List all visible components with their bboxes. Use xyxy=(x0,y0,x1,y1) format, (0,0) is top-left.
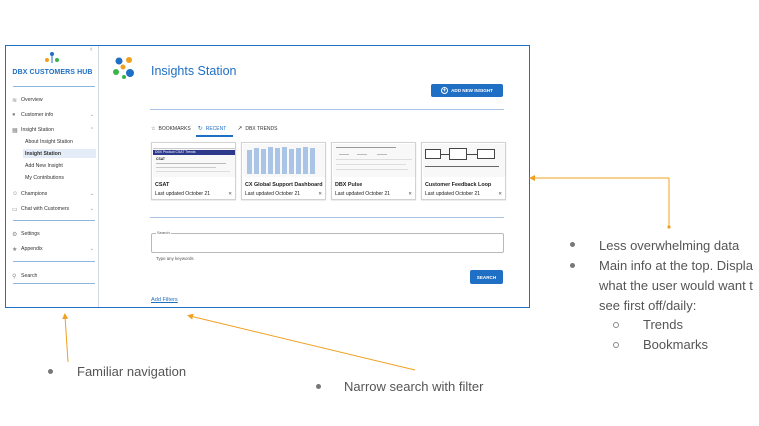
annotation-text: Narrow search with filter xyxy=(344,379,484,394)
bullet xyxy=(316,384,321,389)
bullet xyxy=(570,242,575,247)
arrow-search xyxy=(187,313,416,371)
annotation-text: Less overwhelming data xyxy=(599,238,740,253)
annotation-text: Familiar navigation xyxy=(77,364,187,379)
annotation-text: see first off/daily: xyxy=(599,298,697,313)
annotation-text: Bookmarks xyxy=(643,337,709,352)
sub-bullet xyxy=(613,322,619,328)
bullet xyxy=(570,263,575,268)
annotation-arrows xyxy=(62,175,671,371)
annotation-text: what the user would want t xyxy=(599,278,753,293)
annotation-text: Trends xyxy=(643,317,683,332)
bullet xyxy=(48,369,53,374)
annotation-text: Main info at the top. Displa xyxy=(599,258,753,273)
sub-bullet xyxy=(613,342,619,348)
arrow-nav xyxy=(62,313,69,363)
